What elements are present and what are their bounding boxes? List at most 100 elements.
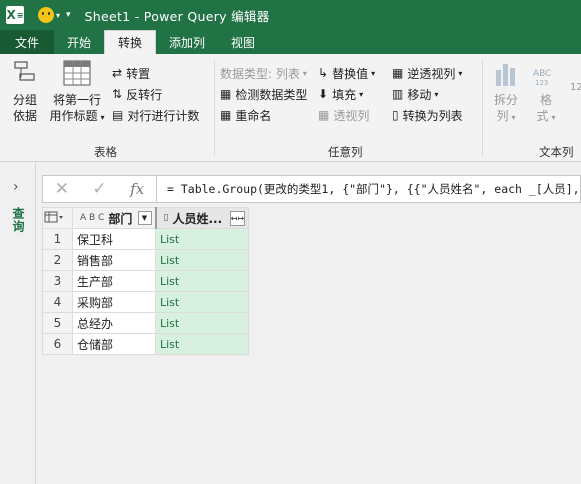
table-header-icon xyxy=(63,60,91,86)
group-separator xyxy=(482,60,483,156)
title-bar: X ≡ ▾ ▾ Sheet1 - Power Query 编辑器 xyxy=(0,0,581,30)
ribbon-tabs: 文件 开始 转换 添加列 视图 xyxy=(0,30,581,54)
text-type-icon[interactable]: A B C xyxy=(80,213,104,223)
use-first-row-dropdown-icon[interactable]: ▾ xyxy=(101,113,105,122)
format-abc-icon: ABC 123 xyxy=(533,69,551,87)
tab-add-column[interactable]: 添加列 xyxy=(156,30,218,54)
pivot-icon: ▦ xyxy=(318,108,330,122)
unpivot-columns-button[interactable]: ▦ 逆透视列 ▾ xyxy=(392,64,462,82)
fill-button[interactable]: ⬇ 填充 ▾ xyxy=(318,85,363,103)
tab-file[interactable]: 文件 xyxy=(0,30,54,54)
filter-dropdown-icon[interactable]: ▼ xyxy=(137,211,152,225)
queries-pane-label[interactable]: 查询 xyxy=(10,207,27,233)
fx-icon[interactable]: fx xyxy=(118,180,156,198)
table-cell-dept[interactable]: 销售部 xyxy=(72,249,156,271)
tab-transform[interactable]: 转换 xyxy=(104,30,157,54)
row-number[interactable]: 3 xyxy=(42,270,73,292)
format-button[interactable]: ABC 123 格 式 ▾ xyxy=(528,58,564,126)
row-number[interactable]: 5 xyxy=(42,312,73,334)
detect-data-type-button[interactable]: ▦ 检测数据类型 xyxy=(220,85,307,103)
expand-queries-pane-icon[interactable]: › xyxy=(13,179,19,195)
any-column-group-label: 任意列 xyxy=(328,145,363,159)
detect-type-icon: ▦ xyxy=(220,87,232,101)
column-header-person-names[interactable]: ▯ 人员姓... ↤↦ xyxy=(154,207,249,229)
list-type-icon[interactable]: ▯ xyxy=(164,213,169,223)
transpose-button[interactable]: ⇄ 转置 xyxy=(112,64,150,82)
table-cell-list[interactable]: List xyxy=(155,249,249,271)
unpivot-icon: ▦ xyxy=(392,66,404,80)
formula-bar: ✕ ✓ fx = Table.Group(更改的类型1, {"部门"}, {{"… xyxy=(42,175,581,203)
row-number[interactable]: 6 xyxy=(42,333,73,355)
replace-values-button[interactable]: ↳ 替换值 ▾ xyxy=(318,64,375,82)
split-column-label-2: 列 ▾ xyxy=(496,109,516,123)
convert-to-list-button[interactable]: ▯ 转换为列表 xyxy=(392,106,463,124)
chevron-down-icon: ▾ xyxy=(434,89,439,99)
move-button[interactable]: ▥ 移动 ▾ xyxy=(392,85,438,103)
column-header-dept[interactable]: A B C 部门 ▼ xyxy=(72,207,156,229)
format-label-1: 格 xyxy=(539,93,552,107)
table-menu-button[interactable] xyxy=(42,207,73,229)
excel-logo-icon: X ≡ xyxy=(6,6,24,24)
extract-button-partial[interactable]: 12 xyxy=(570,78,581,96)
table-cell-dept[interactable]: 采购部 xyxy=(72,291,156,313)
use-first-row-label-1: 将第一行 xyxy=(52,93,101,107)
count-rows-button[interactable]: ▤ 对行进行计数 xyxy=(112,106,199,124)
reverse-rows-button[interactable]: ⇅ 反转行 xyxy=(112,85,162,103)
text-column-group-label: 文本列 xyxy=(539,145,574,159)
format-label-2: 式 ▾ xyxy=(536,109,556,123)
rename-icon: ▦ xyxy=(220,108,232,122)
transpose-icon: ⇄ xyxy=(112,66,123,80)
chevron-down-icon: ▾ xyxy=(302,68,307,78)
table-row: 6 仓储部 List xyxy=(42,333,249,355)
row-number[interactable]: 2 xyxy=(42,249,73,271)
group-by-label-1: 分组 xyxy=(12,93,37,107)
table-group-label: 表格 xyxy=(94,145,117,159)
column-header-label: 部门 xyxy=(108,211,133,226)
formula-input[interactable]: = Table.Group(更改的类型1, {"部门"}, {{"人员姓名", … xyxy=(167,181,580,197)
table-cell-list[interactable]: List xyxy=(155,333,249,355)
use-first-row-as-headers-button[interactable]: 将第一行 用作标题 ▾ xyxy=(48,58,106,126)
pivot-column-button[interactable]: ▦ 透视列 xyxy=(318,106,369,124)
chevron-down-icon: ▾ xyxy=(359,89,364,99)
table-row: 5 总经办 List xyxy=(42,312,249,334)
table-row: 4 采购部 List xyxy=(42,291,249,313)
split-column-icon xyxy=(496,64,515,86)
chevron-down-icon: ▾ xyxy=(458,68,463,78)
data-grid: A B C 部门 ▼ ▯ 人员姓... ↤↦ 1 保卫科 List 2 销售部 … xyxy=(42,207,249,355)
smiley-dropdown-icon[interactable]: ▾ xyxy=(56,11,60,20)
split-column-button[interactable]: 拆分 列 ▾ xyxy=(488,58,524,126)
cancel-icon[interactable]: ✕ xyxy=(43,179,81,199)
count-rows-icon: ▤ xyxy=(112,108,124,122)
commit-icon[interactable]: ✓ xyxy=(81,179,119,199)
table-cell-list[interactable]: List xyxy=(155,228,249,250)
table-cell-list[interactable]: List xyxy=(155,312,249,334)
group-by-button[interactable]: 分组 依据 xyxy=(8,58,42,124)
queries-pane: › 查询 xyxy=(0,163,36,484)
use-first-row-label-2: 用作标题 ▾ xyxy=(49,109,105,123)
rename-button[interactable]: ▦ 重命名 xyxy=(220,106,271,124)
smiley-feedback-icon[interactable] xyxy=(38,7,54,23)
row-number[interactable]: 1 xyxy=(42,228,73,250)
table-cell-dept[interactable]: 生产部 xyxy=(72,270,156,292)
table-cell-list[interactable]: List xyxy=(155,291,249,313)
formula-bar-buttons: ✕ ✓ fx xyxy=(43,176,157,202)
table-cell-dept[interactable]: 保卫科 xyxy=(72,228,156,250)
fill-down-icon: ⬇ xyxy=(318,87,329,101)
replace-icon: ↳ xyxy=(318,66,329,80)
window-title: Sheet1 - Power Query 编辑器 xyxy=(84,8,270,24)
table-cell-dept[interactable]: 仓储部 xyxy=(72,333,156,355)
split-column-label-1: 拆分 xyxy=(493,93,518,107)
table-menu-icon xyxy=(44,211,63,222)
svg-text:123: 123 xyxy=(535,79,548,87)
data-type-dropdown[interactable]: 数据类型: 列表 ▾ xyxy=(220,64,307,82)
column-header-label: 人员姓... xyxy=(172,211,223,226)
tab-view[interactable]: 视图 xyxy=(218,30,268,54)
tab-home[interactable]: 开始 xyxy=(54,30,104,54)
qat-customize-button[interactable]: ▾ xyxy=(66,10,71,20)
row-number[interactable]: 4 xyxy=(42,291,73,313)
group-by-label-2: 依据 xyxy=(12,109,37,123)
expand-column-icon[interactable]: ↤↦ xyxy=(230,210,245,226)
chevron-down-icon: ▾ xyxy=(371,68,376,78)
table-cell-list[interactable]: List xyxy=(155,270,249,292)
table-cell-dept[interactable]: 总经办 xyxy=(72,312,156,334)
